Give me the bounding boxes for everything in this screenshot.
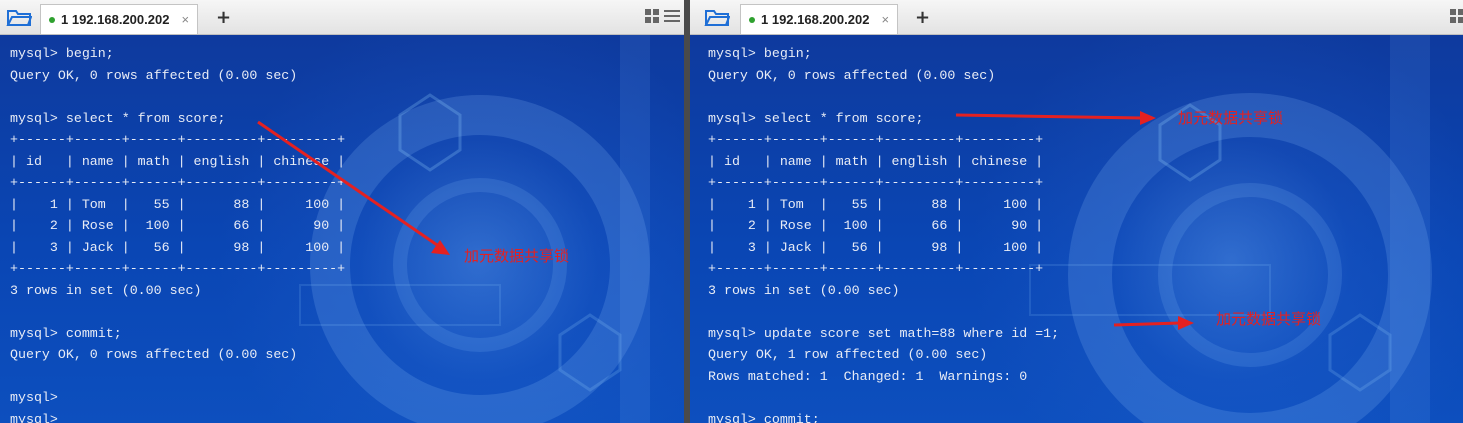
terminal-line: +------+------+------+---------+--------… — [708, 175, 1044, 190]
annotation-label: 加元数据共享锁 — [1178, 109, 1284, 127]
terminal-line: mysql> begin; — [10, 46, 114, 61]
terminal-line: | id | name | math | english | chinese | — [708, 153, 1044, 169]
terminal-line: Query OK, 0 rows affected (0.00 sec) — [10, 347, 298, 362]
new-tab-button[interactable]: + — [915, 7, 930, 28]
terminal-line: +------+------+------+---------+--------… — [10, 175, 346, 190]
terminal-line: | id | name | math | english | chinese | — [10, 153, 346, 169]
terminal-output: mysql> begin; Query OK, 0 rows affected (… — [10, 43, 345, 423]
folder-icon[interactable] — [704, 6, 730, 28]
terminal-output: mysql> begin; Query OK, 0 rows affected (… — [708, 43, 1059, 423]
terminal-line: | 1 | Tom | 55 | 88 | 100 | — [10, 196, 346, 212]
terminal-line: | 1 | Tom | 55 | 88 | 100 | — [708, 196, 1044, 212]
tab-label: 1 192.168.200.202 — [61, 12, 170, 27]
terminal-line: +------+------+------+---------+--------… — [708, 132, 1044, 147]
close-tab-icon[interactable]: × — [181, 12, 189, 27]
terminal-line: | 3 | Jack | 56 | 98 | 100 | — [708, 239, 1044, 255]
connected-status-icon — [49, 16, 55, 23]
terminal-area[interactable]: mysql> begin; Query OK, 0 rows affected (… — [0, 35, 684, 423]
close-tab-icon[interactable]: × — [881, 12, 889, 27]
right-terminal-pane: 1 192.168.200.202 × + mysql> begin; Query… — [690, 0, 1463, 423]
annotation-label: 加元数据共享锁 — [464, 247, 570, 265]
new-tab-button[interactable]: + — [216, 7, 231, 28]
folder-icon[interactable] — [6, 6, 32, 28]
terminal-line: 3 rows in set (0.00 sec) — [10, 282, 202, 298]
tab-label: 1 192.168.200.202 — [761, 12, 870, 27]
session-tab[interactable]: 1 192.168.200.202 × — [740, 4, 899, 34]
terminal-area[interactable]: mysql> begin; Query OK, 0 rows affected (… — [690, 35, 1463, 423]
tab-bar: 1 192.168.200.202 × + — [690, 0, 1463, 35]
terminal-line: Query OK, 1 row affected (0.00 sec) — [708, 347, 988, 362]
terminal-line: mysql> select * from score; — [10, 110, 226, 126]
terminal-line: mysql> — [10, 390, 58, 405]
terminal-line: mysql> update score set math=88 where id… — [708, 325, 1060, 341]
terminal-line: 3 rows in set (0.00 sec) — [708, 282, 900, 298]
tile-icon[interactable] — [1450, 9, 1463, 24]
terminal-line: mysql> commit; — [708, 411, 820, 423]
terminal-line: | 2 | Rose | 100 | 66 | 90 | — [708, 218, 1044, 233]
terminal-line: Query OK, 0 rows affected (0.00 sec) — [708, 67, 996, 83]
terminal-line: | 2 | Rose | 100 | 66 | 90 | — [10, 218, 346, 233]
terminal-line: Rows matched: 1 Changed: 1 Warnings: 0 — [708, 368, 1028, 384]
connected-status-icon — [749, 16, 755, 23]
terminal-line: | 3 | Jack | 56 | 98 | 100 | — [10, 239, 346, 255]
terminal-line: +------+------+------+---------+--------… — [708, 261, 1044, 276]
terminal-line: mysql> — [10, 411, 58, 423]
terminal-line: Query OK, 0 rows affected (0.00 sec) — [10, 67, 298, 83]
terminal-line: mysql> begin; — [708, 46, 812, 61]
annotation-label: 加元数据共享锁 — [1216, 310, 1322, 328]
session-tab[interactable]: 1 192.168.200.202 × — [40, 4, 199, 34]
terminal-line: +------+------+------+---------+--------… — [10, 261, 346, 276]
menu-icon[interactable] — [664, 9, 680, 24]
tab-bar: 1 192.168.200.202 × + — [0, 0, 684, 35]
left-terminal-pane: 1 192.168.200.202 × + mysql> begin; Query… — [0, 0, 684, 423]
terminal-line: mysql> select * from score; — [708, 110, 924, 126]
terminal-line: mysql> commit; — [10, 325, 122, 341]
tile-icon[interactable] — [645, 9, 660, 24]
terminal-line: +------+------+------+---------+--------… — [10, 132, 346, 147]
